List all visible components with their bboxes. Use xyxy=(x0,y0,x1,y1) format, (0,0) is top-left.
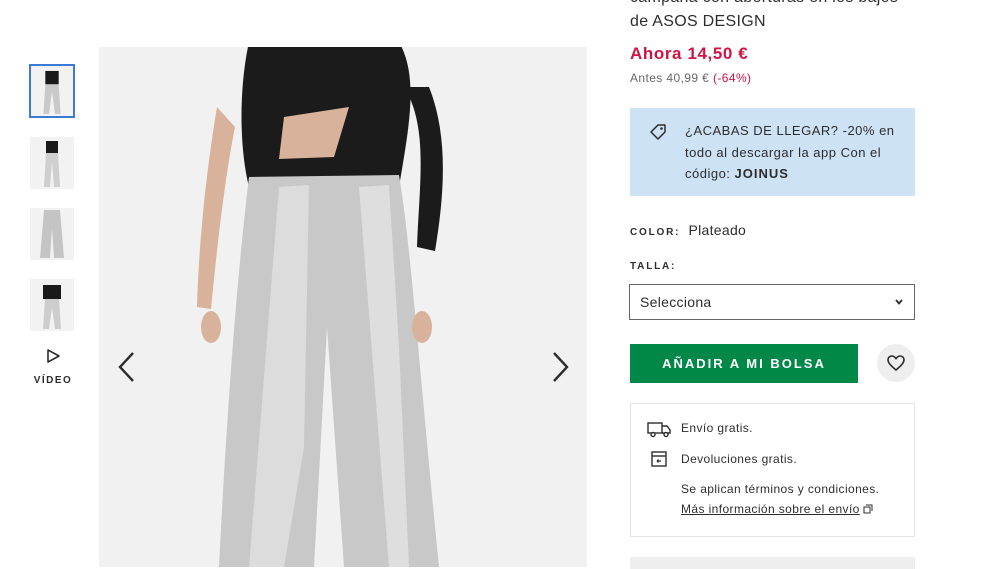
shipping-info-link-wrap: Más información sobre el envío xyxy=(681,502,873,516)
product-photo xyxy=(99,47,587,567)
truck-icon xyxy=(647,422,671,438)
save-for-later-button[interactable] xyxy=(877,344,915,382)
promo-code: JOINUS xyxy=(734,166,789,181)
chevron-down-icon xyxy=(895,299,903,305)
previous-price-value: Antes 40,99 € xyxy=(630,71,710,85)
free-shipping-text: Envío gratis. xyxy=(681,421,753,435)
delivery-info-box: Envío gratis. Devoluciones gratis. Se ap… xyxy=(630,403,915,537)
price-tag-icon xyxy=(650,124,666,140)
product-main-image xyxy=(99,47,587,567)
play-icon xyxy=(47,349,60,363)
external-link-icon xyxy=(863,504,873,514)
size-select-value: Selecciona xyxy=(640,294,712,310)
color-label: COLOR: xyxy=(630,227,681,238)
returns-icon xyxy=(651,451,667,467)
video-button[interactable]: VÍDEO xyxy=(30,348,76,388)
previous-price: Antes 40,99 € (-64%) xyxy=(630,71,751,85)
thumbnail-1[interactable] xyxy=(29,64,75,118)
size-label: TALLA: xyxy=(630,261,677,272)
discount-badge: (-64%) xyxy=(713,71,752,85)
video-label: VÍDEO xyxy=(33,375,73,386)
chevron-right-icon xyxy=(553,352,569,382)
chevron-left-icon xyxy=(118,352,134,382)
terms-text: Se aplican términos y condiciones. xyxy=(681,482,880,496)
thumbnail-3[interactable] xyxy=(30,208,74,260)
shipping-info-link[interactable]: Más información sobre el envío xyxy=(681,502,860,516)
current-price: Ahora 14,50 € xyxy=(630,44,749,63)
next-image-button[interactable] xyxy=(548,350,572,384)
color-row: COLOR: Plateado xyxy=(630,222,746,238)
next-section-box xyxy=(630,557,915,569)
product-title: campana con aberturas en los bajos de AS… xyxy=(630,0,898,30)
free-returns-text: Devoluciones gratis. xyxy=(681,452,798,466)
color-value: Plateado xyxy=(688,222,747,238)
thumbnail-4[interactable] xyxy=(30,279,74,331)
size-select[interactable]: Selecciona xyxy=(629,284,915,320)
promo-banner: ¿ACABAS DE LLEGAR? -20% en todo al desca… xyxy=(630,108,915,196)
thumbnail-2[interactable] xyxy=(30,137,74,189)
previous-image-button[interactable] xyxy=(115,350,139,384)
promo-text: ¿ACABAS DE LLEGAR? -20% en todo al desca… xyxy=(685,123,895,181)
add-to-bag-button[interactable]: AÑADIR A MI BOLSA xyxy=(630,344,858,383)
heart-icon xyxy=(887,355,905,372)
